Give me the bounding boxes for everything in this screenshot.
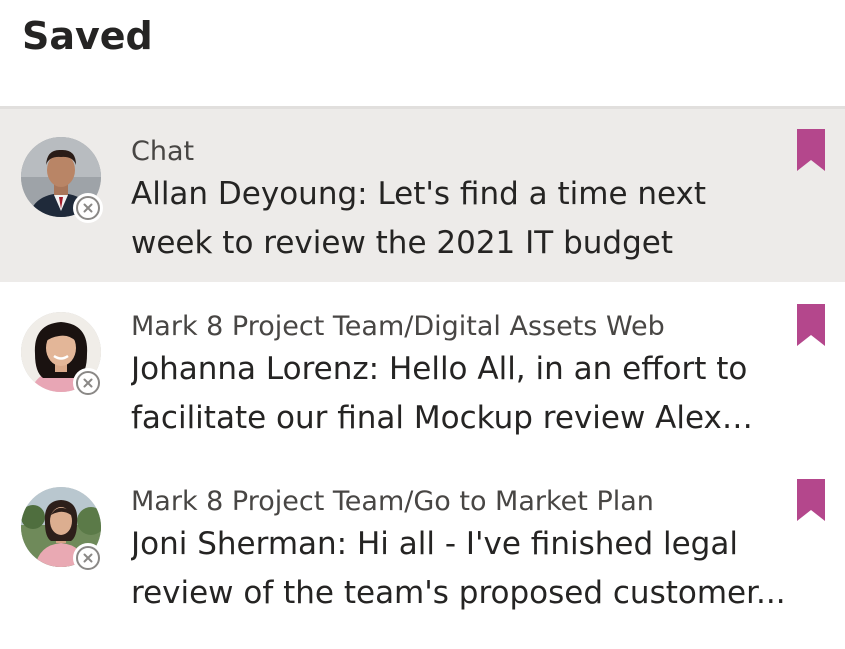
page-header: Saved <box>0 0 845 106</box>
offline-status-badge <box>73 193 103 223</box>
avatar[interactable] <box>21 487 103 573</box>
close-icon <box>83 203 93 213</box>
item-context: Mark 8 Project Team/Digital Assets Web <box>131 311 665 342</box>
item-context: Chat <box>131 136 195 167</box>
bookmark-icon[interactable] <box>796 129 826 171</box>
close-icon <box>83 553 93 563</box>
offline-status-badge <box>73 368 103 398</box>
avatar[interactable] <box>21 137 103 223</box>
close-icon <box>83 378 93 388</box>
offline-status-badge <box>73 543 103 573</box>
item-context: Mark 8 Project Team/Go to Market Plan <box>131 486 654 517</box>
page-title: Saved <box>22 14 153 58</box>
saved-item[interactable]: Chat Allan Deyoung: Let's find a time ne… <box>0 109 845 282</box>
avatar[interactable] <box>21 312 103 398</box>
saved-item[interactable]: Mark 8 Project Team/Digital Assets Web J… <box>0 282 845 457</box>
item-message: Allan Deyoung: Let's find a time next we… <box>131 176 707 261</box>
bookmark-icon[interactable] <box>796 479 826 521</box>
bookmark-icon[interactable] <box>796 304 826 346</box>
item-message: Joni Sherman: Hi all - I've finished leg… <box>131 526 786 611</box>
saved-list: Chat Allan Deyoung: Let's find a time ne… <box>0 109 845 632</box>
saved-item[interactable]: Mark 8 Project Team/Go to Market Plan Jo… <box>0 457 845 632</box>
item-message: Johanna Lorenz: Hello All, in an effort … <box>131 351 748 436</box>
